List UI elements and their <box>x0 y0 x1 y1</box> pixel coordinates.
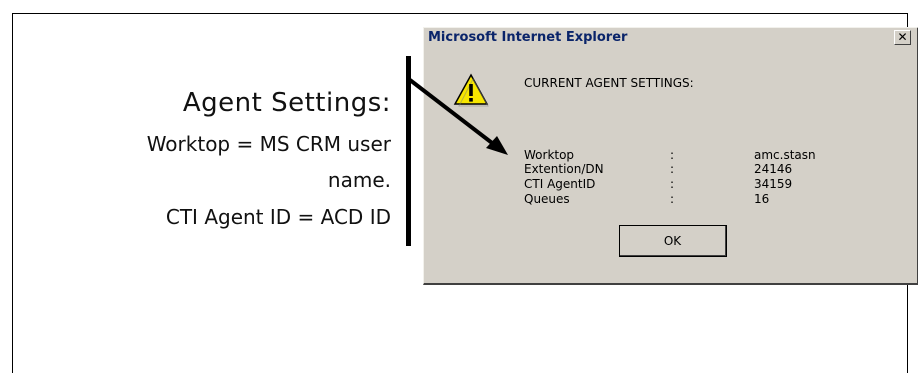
close-button[interactable]: ✕ <box>894 30 911 45</box>
dialog-titlebar[interactable]: Microsoft Internet Explorer ✕ <box>424 28 917 47</box>
settings-heading: CURRENT AGENT SETTINGS: <box>524 76 694 90</box>
ok-button-label: OK <box>663 233 682 248</box>
callout-agentid-line: CTI Agent ID = ACD ID <box>165 205 391 229</box>
row-label: Extention/DN <box>524 162 604 176</box>
row-separator: : <box>670 177 675 191</box>
callout-name-line: name. <box>327 168 391 192</box>
settings-row: Queues : 16 <box>524 192 864 208</box>
dialog-title: Microsoft Internet Explorer <box>428 30 628 45</box>
row-separator: : <box>670 162 675 176</box>
row-label: CTI AgentID <box>524 177 596 191</box>
row-value: amc.stasn <box>754 148 816 162</box>
row-value: 34159 <box>754 177 793 191</box>
callout-worktop-line: Worktop = MS CRM user <box>146 132 391 156</box>
callout-arrow <box>408 78 508 155</box>
row-value: 24146 <box>754 162 793 176</box>
row-value: 16 <box>754 192 770 206</box>
row-separator: : <box>670 192 675 206</box>
settings-row: CTI AgentID : 34159 <box>524 177 864 193</box>
row-label: Worktop <box>524 148 575 162</box>
row-label: Queues <box>524 192 570 206</box>
settings-row: Extention/DN : 24146 <box>524 162 864 178</box>
row-separator: : <box>670 148 675 162</box>
callout-title: Agent Settings: <box>182 88 391 118</box>
ok-button[interactable]: OK <box>619 225 727 257</box>
close-icon: ✕ <box>897 30 908 44</box>
